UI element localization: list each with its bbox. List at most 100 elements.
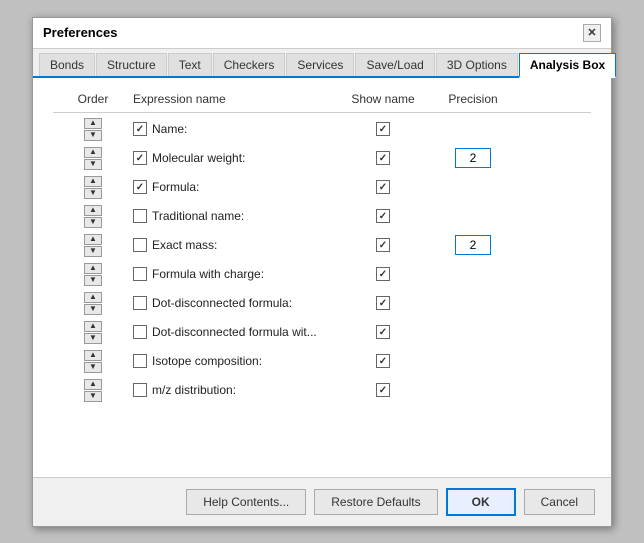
order-buttons: ▲▼ xyxy=(53,321,133,344)
table-row: ▲▼ Dot-disconnected formula wit... xyxy=(53,318,591,347)
tab-checkers[interactable]: Checkers xyxy=(213,53,286,76)
expression-checkbox[interactable] xyxy=(133,180,147,194)
expression-checkbox[interactable] xyxy=(133,383,147,397)
show-name-checkbox[interactable] xyxy=(376,267,390,281)
table-row: ▲▼ Formula with charge: xyxy=(53,260,591,289)
order-up-button[interactable]: ▲ xyxy=(84,205,102,216)
expression-checkbox[interactable] xyxy=(133,238,147,252)
order-buttons: ▲▼ xyxy=(53,205,133,228)
order-up-button[interactable]: ▲ xyxy=(84,321,102,332)
order-up-button[interactable]: ▲ xyxy=(84,263,102,274)
help-button[interactable]: Help Contents... xyxy=(186,489,306,515)
dialog-title: Preferences xyxy=(43,25,117,40)
expression-cell: Name: xyxy=(133,122,333,136)
table-row: ▲▼ Molecular weight: xyxy=(53,144,591,173)
close-button[interactable]: ✕ xyxy=(583,24,601,42)
precision-input[interactable] xyxy=(455,148,491,168)
expression-checkbox[interactable] xyxy=(133,296,147,310)
header-order: Order xyxy=(53,92,133,106)
order-down-button[interactable]: ▼ xyxy=(84,130,102,141)
table-row: ▲▼ Exact mass: xyxy=(53,231,591,260)
order-up-button[interactable]: ▲ xyxy=(84,234,102,245)
expression-cell: Molecular weight: xyxy=(133,151,333,165)
expression-label: Dot-disconnected formula wit... xyxy=(152,325,317,339)
show-name-checkbox[interactable] xyxy=(376,180,390,194)
tab-structure[interactable]: Structure xyxy=(96,53,167,76)
expression-cell: Formula: xyxy=(133,180,333,194)
expression-label: Exact mass: xyxy=(152,238,217,252)
order-down-button[interactable]: ▼ xyxy=(84,159,102,170)
table-row: ▲▼ Dot-disconnected formula: xyxy=(53,289,591,318)
order-down-button[interactable]: ▼ xyxy=(84,217,102,228)
expression-checkbox[interactable] xyxy=(133,267,147,281)
precision-input[interactable] xyxy=(455,235,491,255)
expression-label: Formula: xyxy=(152,180,199,194)
tab-text[interactable]: Text xyxy=(168,53,212,76)
show-name-checkbox[interactable] xyxy=(376,238,390,252)
show-name-checkbox[interactable] xyxy=(376,354,390,368)
show-name-cell xyxy=(333,238,433,252)
order-up-button[interactable]: ▲ xyxy=(84,118,102,129)
show-name-cell xyxy=(333,209,433,223)
show-name-checkbox[interactable] xyxy=(376,209,390,223)
order-down-button[interactable]: ▼ xyxy=(84,362,102,373)
tab-bar: BondsStructureTextCheckersServicesSave/L… xyxy=(33,49,611,78)
expression-label: Traditional name: xyxy=(152,209,244,223)
tab-bonds[interactable]: Bonds xyxy=(39,53,95,76)
table-row: ▲▼ Formula: xyxy=(53,173,591,202)
expression-checkbox[interactable] xyxy=(133,209,147,223)
show-name-cell xyxy=(333,325,433,339)
ok-button[interactable]: OK xyxy=(446,488,516,516)
order-up-button[interactable]: ▲ xyxy=(84,292,102,303)
expression-cell: m/z distribution: xyxy=(133,383,333,397)
header-expression: Expression name xyxy=(133,92,333,106)
expression-cell: Exact mass: xyxy=(133,238,333,252)
tab-3d-options[interactable]: 3D Options xyxy=(436,53,518,76)
order-down-button[interactable]: ▼ xyxy=(84,246,102,257)
expression-label: m/z distribution: xyxy=(152,383,236,397)
table-row: ▲▼ Isotope composition: xyxy=(53,347,591,376)
show-name-checkbox[interactable] xyxy=(376,151,390,165)
show-name-checkbox[interactable] xyxy=(376,122,390,136)
show-name-cell xyxy=(333,383,433,397)
cancel-button[interactable]: Cancel xyxy=(524,489,595,515)
tab-services[interactable]: Services xyxy=(286,53,354,76)
order-buttons: ▲▼ xyxy=(53,292,133,315)
order-up-button[interactable]: ▲ xyxy=(84,379,102,390)
expression-label: Isotope composition: xyxy=(152,354,262,368)
order-up-button[interactable]: ▲ xyxy=(84,147,102,158)
show-name-cell xyxy=(333,267,433,281)
show-name-cell xyxy=(333,296,433,310)
restore-defaults-button[interactable]: Restore Defaults xyxy=(314,489,437,515)
order-up-button[interactable]: ▲ xyxy=(84,176,102,187)
order-down-button[interactable]: ▼ xyxy=(84,304,102,315)
order-down-button[interactable]: ▼ xyxy=(84,333,102,344)
show-name-checkbox[interactable] xyxy=(376,383,390,397)
expression-checkbox[interactable] xyxy=(133,151,147,165)
table-row: ▲▼ m/z distribution: xyxy=(53,376,591,405)
expression-checkbox[interactable] xyxy=(133,325,147,339)
order-buttons: ▲▼ xyxy=(53,118,133,141)
expression-label: Dot-disconnected formula: xyxy=(152,296,292,310)
show-name-checkbox[interactable] xyxy=(376,296,390,310)
expression-label: Formula with charge: xyxy=(152,267,264,281)
table-row: ▲▼ Name: xyxy=(53,115,591,144)
expression-label: Name: xyxy=(152,122,187,136)
tab-analysis-box[interactable]: Analysis Box xyxy=(519,53,616,78)
order-buttons: ▲▼ xyxy=(53,379,133,402)
order-buttons: ▲▼ xyxy=(53,234,133,257)
order-down-button[interactable]: ▼ xyxy=(84,188,102,199)
show-name-checkbox[interactable] xyxy=(376,325,390,339)
expression-checkbox[interactable] xyxy=(133,122,147,136)
precision-cell xyxy=(433,235,513,255)
order-down-button[interactable]: ▼ xyxy=(84,275,102,286)
expression-checkbox[interactable] xyxy=(133,354,147,368)
expression-label: Molecular weight: xyxy=(152,151,245,165)
content-area: Order Expression name Show name Precisio… xyxy=(33,78,611,477)
order-down-button[interactable]: ▼ xyxy=(84,391,102,402)
show-name-cell xyxy=(333,122,433,136)
tab-save-load[interactable]: Save/Load xyxy=(355,53,434,76)
order-up-button[interactable]: ▲ xyxy=(84,350,102,361)
show-name-cell xyxy=(333,354,433,368)
show-name-cell xyxy=(333,151,433,165)
